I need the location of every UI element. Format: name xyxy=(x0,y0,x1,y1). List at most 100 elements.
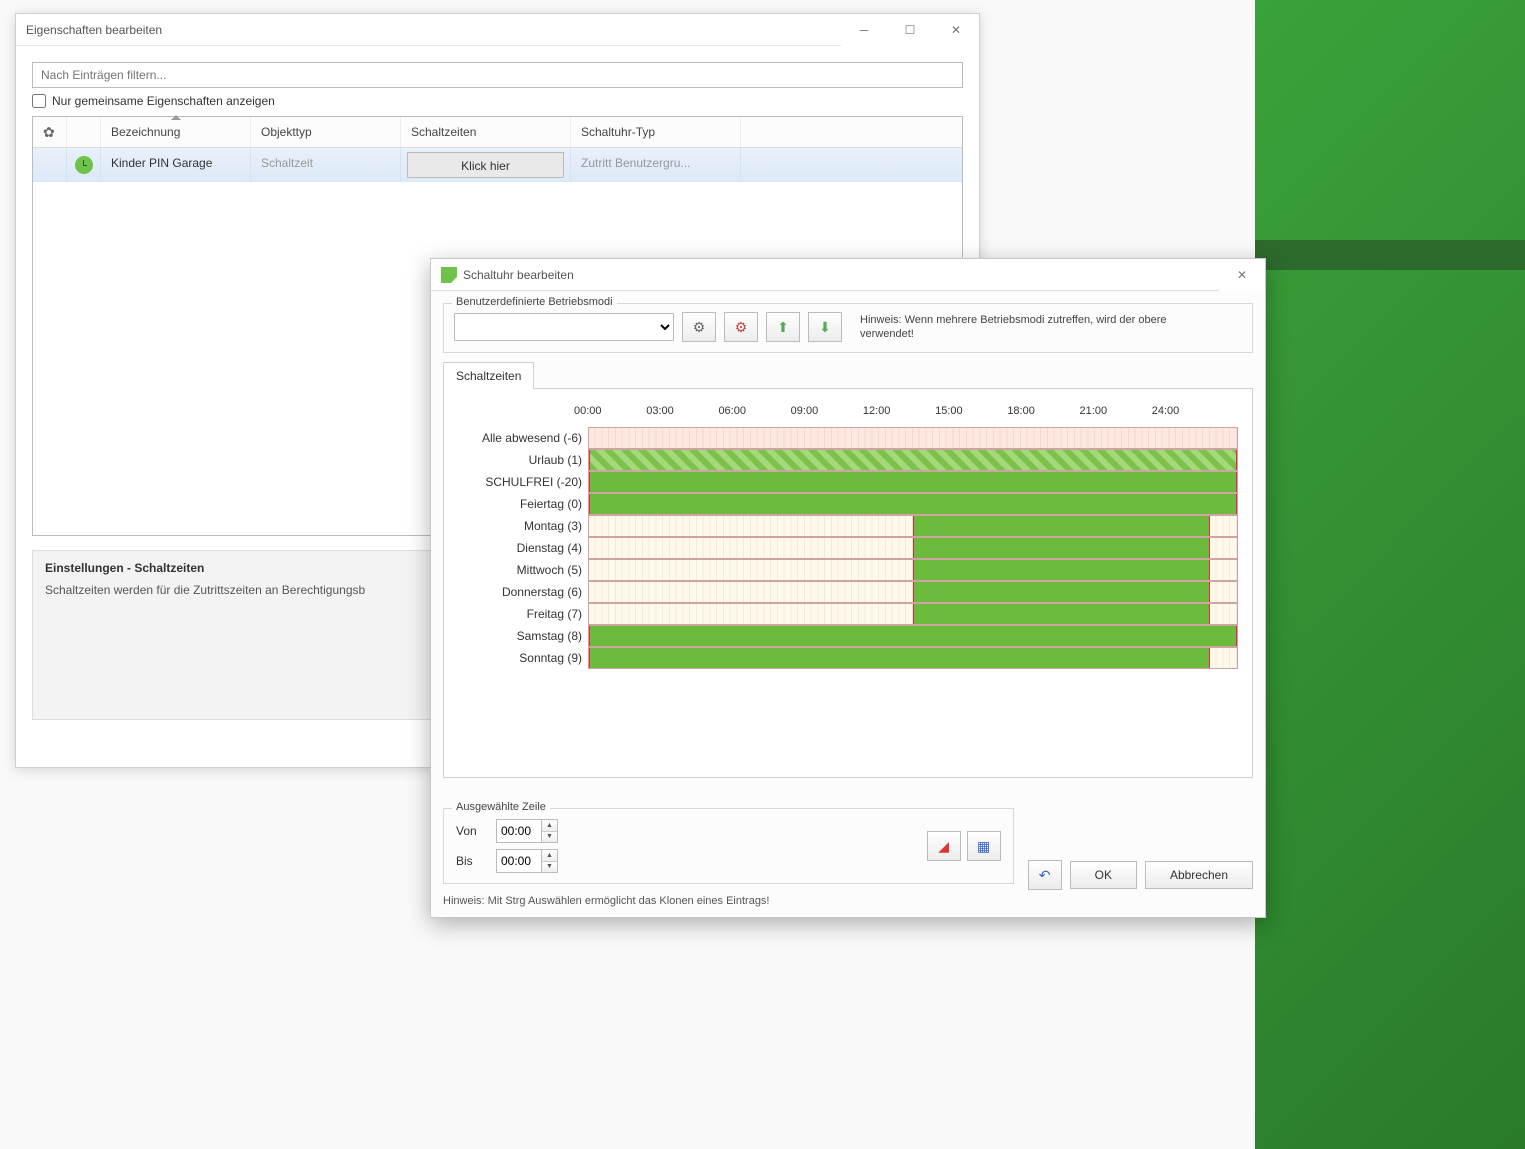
axis-tick: 03:00 xyxy=(646,405,718,427)
shared-props-label: Nur gemeinsame Eigenschaften anzeigen xyxy=(52,94,275,108)
click-here-button[interactable]: Klick hier xyxy=(407,152,564,178)
eraser-icon: ◢ xyxy=(938,838,949,855)
schedule-segment[interactable] xyxy=(589,472,1237,492)
arrow-up-icon: ⬆ xyxy=(777,319,789,336)
modes-select[interactable] xyxy=(454,313,674,341)
gear-minus-icon: ⚙ xyxy=(735,319,748,336)
select-all-button[interactable]: ▦ xyxy=(967,831,1001,861)
title-bar: Eigenschaften bearbeiten ─ ☐ ✕ xyxy=(16,14,979,46)
axis-tick: 18:00 xyxy=(1007,405,1079,427)
axis-tick: 09:00 xyxy=(791,405,863,427)
modes-hint: Hinweis: Wenn mehrere Betriebsmodi zutre… xyxy=(860,313,1200,342)
select-icon: ▦ xyxy=(977,838,990,855)
schedule-row[interactable] xyxy=(588,427,1238,449)
row-label: Alle abwesend (-6) xyxy=(458,427,588,449)
close-button[interactable]: ✕ xyxy=(933,14,979,46)
column-schaltzeiten[interactable]: Schaltzeiten xyxy=(401,117,571,147)
undo-icon: ↶ xyxy=(1039,867,1051,884)
schedule-segment[interactable] xyxy=(913,604,1210,624)
schedule-segment[interactable] xyxy=(913,516,1210,536)
app-icon xyxy=(441,267,457,283)
axis-tick: 15:00 xyxy=(935,405,1007,427)
row-label: Feiertag (0) xyxy=(458,493,588,515)
von-input[interactable] xyxy=(497,820,541,842)
schedule-row[interactable] xyxy=(588,581,1238,603)
filter-input[interactable] xyxy=(32,62,963,88)
move-up-button[interactable]: ⬆ xyxy=(766,312,800,342)
clock-icon xyxy=(75,156,93,174)
row-label: Sonntag (9) xyxy=(458,647,588,669)
maximize-button[interactable]: ☐ xyxy=(887,14,933,46)
gear-icon xyxy=(43,126,56,139)
schedule-row[interactable] xyxy=(588,493,1238,515)
row-label: Donnerstag (6) xyxy=(458,581,588,603)
row-label: Urlaub (1) xyxy=(458,449,588,471)
axis-tick: 24:00 xyxy=(1152,405,1224,427)
ok-button[interactable]: OK xyxy=(1070,861,1137,889)
spin-down-icon[interactable]: ▼ xyxy=(542,831,557,843)
schedule-row[interactable] xyxy=(588,537,1238,559)
von-label: Von xyxy=(456,824,486,838)
table-row[interactable]: Kinder PIN Garage Schaltzeit Klick hier … xyxy=(33,148,962,182)
arrow-down-icon: ⬇ xyxy=(819,319,831,336)
axis-tick: 00:00 xyxy=(574,405,646,427)
shared-props-checkbox[interactable] xyxy=(32,94,46,108)
schedule-row[interactable] xyxy=(588,449,1238,471)
tab-panel: Alle abwesend (-6)Urlaub (1)SCHULFREI (-… xyxy=(443,388,1253,778)
row-label: Mittwoch (5) xyxy=(458,559,588,581)
row-label: Samstag (8) xyxy=(458,625,588,647)
schedule-row[interactable] xyxy=(588,625,1238,647)
window-title: Eigenschaften bearbeiten xyxy=(26,23,162,37)
cell-name: Kinder PIN Garage xyxy=(101,148,251,182)
schedule-row[interactable] xyxy=(588,471,1238,493)
bis-label: Bis xyxy=(456,854,486,868)
remove-mode-button[interactable]: ⚙ xyxy=(724,312,758,342)
schedule-segment[interactable] xyxy=(913,560,1210,580)
settings-column[interactable] xyxy=(33,117,67,147)
row-label: Dienstag (4) xyxy=(458,537,588,559)
schedule-segment[interactable] xyxy=(589,626,1237,646)
erase-button[interactable]: ◢ xyxy=(927,831,961,861)
modes-legend: Benutzerdefinierte Betriebsmodi xyxy=(452,296,617,308)
row-label: SCHULFREI (-20) xyxy=(458,471,588,493)
schedule-row[interactable] xyxy=(588,647,1238,669)
axis-tick: 21:00 xyxy=(1080,405,1152,427)
tab-schaltzeiten[interactable]: Schaltzeiten xyxy=(443,362,534,389)
icon-column[interactable] xyxy=(67,117,101,147)
bis-spinner[interactable]: ▲▼ xyxy=(496,849,558,873)
row-label: Freitag (7) xyxy=(458,603,588,625)
column-schaltuhrtyp[interactable]: Schaltuhr-Typ xyxy=(571,117,741,147)
column-objekttyp[interactable]: Objekttyp xyxy=(251,117,401,147)
spin-up-icon[interactable]: ▲ xyxy=(542,820,557,831)
schedule-row[interactable] xyxy=(588,515,1238,537)
row-label: Montag (3) xyxy=(458,515,588,537)
cell-timer-type: Zutritt Benutzergru... xyxy=(571,148,741,182)
minimize-button[interactable]: ─ xyxy=(841,14,887,46)
schedule-row[interactable] xyxy=(588,603,1238,625)
move-down-button[interactable]: ⬇ xyxy=(808,312,842,342)
axis-tick: 12:00 xyxy=(863,405,935,427)
add-mode-button[interactable]: ⚙ xyxy=(682,312,716,342)
undo-button[interactable]: ↶ xyxy=(1028,860,1062,890)
schedule-row[interactable] xyxy=(588,559,1238,581)
spin-up-icon[interactable]: ▲ xyxy=(542,850,557,861)
close-button[interactable]: ✕ xyxy=(1219,259,1265,291)
column-bezeichnung[interactable]: Bezeichnung xyxy=(101,117,251,147)
schedule-segment[interactable] xyxy=(913,582,1210,602)
von-spinner[interactable]: ▲▼ xyxy=(496,819,558,843)
selected-row-legend: Ausgewählte Zeile xyxy=(452,801,550,813)
axis-tick: 06:00 xyxy=(718,405,790,427)
gear-plus-icon: ⚙ xyxy=(693,319,706,336)
bis-input[interactable] xyxy=(497,850,541,872)
clone-hint: Hinweis: Mit Strg Auswählen ermöglicht d… xyxy=(443,890,1253,907)
schedule-segment[interactable] xyxy=(589,494,1237,514)
cell-type: Schaltzeit xyxy=(251,148,401,182)
timer-edit-dialog: Schaltuhr bearbeiten ✕ Benutzerdefiniert… xyxy=(430,258,1266,918)
cancel-button[interactable]: Abbrechen xyxy=(1145,861,1253,889)
schedule-segment[interactable] xyxy=(589,648,1210,668)
schedule-chart[interactable]: Alle abwesend (-6)Urlaub (1)SCHULFREI (-… xyxy=(458,405,1238,669)
schedule-segment[interactable] xyxy=(589,450,1237,470)
selected-row-group: Ausgewählte Zeile Von ▲▼ Bis ▲▼ xyxy=(443,808,1014,884)
spin-down-icon[interactable]: ▼ xyxy=(542,861,557,873)
schedule-segment[interactable] xyxy=(913,538,1210,558)
